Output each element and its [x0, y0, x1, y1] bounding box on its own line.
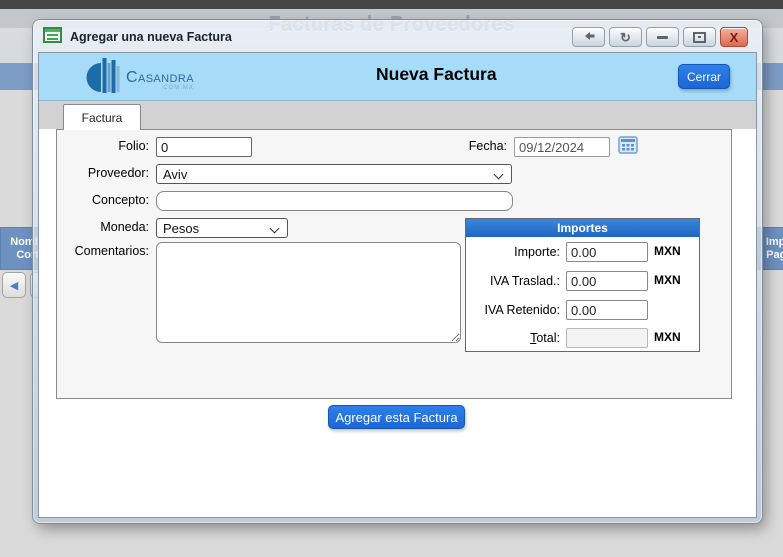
- brand-name: Casandra: [126, 71, 194, 85]
- window-buttons: ↻ X: [572, 27, 748, 47]
- comentarios-textarea[interactable]: [156, 242, 461, 343]
- importes-panel: Importes Importe: MXN IVA Traslad.: MXN …: [465, 218, 700, 352]
- column-header-line: Importe: [766, 236, 783, 249]
- importe-label: Importe:: [466, 245, 560, 259]
- calendar-icon: [618, 136, 638, 157]
- dialog-titlebar[interactable]: Agregar una nueva Factura ↻: [33, 20, 762, 52]
- fecha-label: Fecha:: [407, 139, 507, 153]
- refresh-button[interactable]: ↻: [609, 27, 642, 47]
- moneda-selected-value: Pesos: [163, 221, 199, 236]
- add-invoice-dialog: Agregar una nueva Factura ↻: [33, 20, 762, 523]
- restore-icon: [693, 32, 706, 43]
- close-icon: X: [730, 31, 739, 44]
- prev-arrow-icon: ◀: [10, 279, 18, 292]
- importe-input[interactable]: [566, 242, 648, 262]
- close-button[interactable]: X: [720, 27, 748, 47]
- tab-strip: Factura: [39, 101, 756, 129]
- screen: Facturas de Proveedores Nombre Corto Imp…: [0, 0, 783, 557]
- comentarios-label: Comentarios:: [57, 244, 149, 258]
- iva-retenido-input[interactable]: [566, 300, 648, 320]
- moneda-label: Moneda:: [57, 220, 149, 234]
- dialog-body: Casandra .com.mx Nueva Factura Cerrar Fa…: [38, 52, 757, 518]
- casandra-logo: Casandra .com.mx: [86, 56, 194, 102]
- iva-traslado-label: IVA Traslad.:: [466, 274, 560, 288]
- buildings-icon: [86, 56, 124, 102]
- form-header: Casandra .com.mx Nueva Factura Cerrar: [39, 53, 756, 101]
- concepto-input[interactable]: [156, 191, 513, 211]
- chevron-down-icon: [494, 170, 504, 180]
- desktop-top-bar: [0, 0, 783, 9]
- factura-form-panel: Folio: Fecha:: [56, 129, 732, 399]
- minimize-button[interactable]: [646, 27, 679, 47]
- iva-traslado-currency: MXN: [654, 273, 681, 287]
- concepto-label: Concepto:: [57, 193, 149, 207]
- proveedor-select[interactable]: Aviv: [156, 164, 512, 184]
- iva-retenido-label: IVA Retenido:: [466, 303, 560, 317]
- brand-text: Casandra .com.mx: [126, 71, 194, 102]
- tab-factura[interactable]: Factura: [63, 104, 141, 130]
- page-title: Nueva Factura: [376, 64, 497, 85]
- proveedor-label: Proveedor:: [57, 166, 149, 180]
- dock-arrow-icon: [582, 30, 596, 45]
- importe-currency: MXN: [654, 244, 681, 258]
- agregar-factura-button[interactable]: Agregar esta Factura: [328, 405, 465, 429]
- minimize-icon: [657, 36, 668, 39]
- cerrar-button[interactable]: Cerrar: [678, 64, 730, 89]
- dock-button[interactable]: [572, 27, 605, 47]
- moneda-select[interactable]: Pesos: [156, 218, 288, 238]
- importes-header: Importes: [466, 219, 699, 237]
- refresh-icon: ↻: [620, 31, 631, 44]
- pager-first-button[interactable]: ◀: [2, 272, 26, 298]
- proveedor-selected-value: Aviv: [163, 167, 187, 182]
- restore-button[interactable]: [683, 27, 716, 47]
- column-header-line: Pagado: [766, 249, 783, 262]
- fecha-input[interactable]: [514, 137, 610, 157]
- calendar-button[interactable]: [617, 136, 639, 156]
- chevron-down-icon: [270, 224, 280, 234]
- folio-input[interactable]: [156, 137, 252, 157]
- folio-label: Folio:: [57, 139, 149, 153]
- iva-traslado-input[interactable]: [566, 271, 648, 291]
- total-input: [566, 328, 648, 348]
- total-label: Total:: [466, 331, 560, 345]
- form-icon: [43, 27, 62, 48]
- total-currency: MXN: [654, 330, 681, 344]
- dialog-title: Agregar una nueva Factura: [70, 30, 232, 44]
